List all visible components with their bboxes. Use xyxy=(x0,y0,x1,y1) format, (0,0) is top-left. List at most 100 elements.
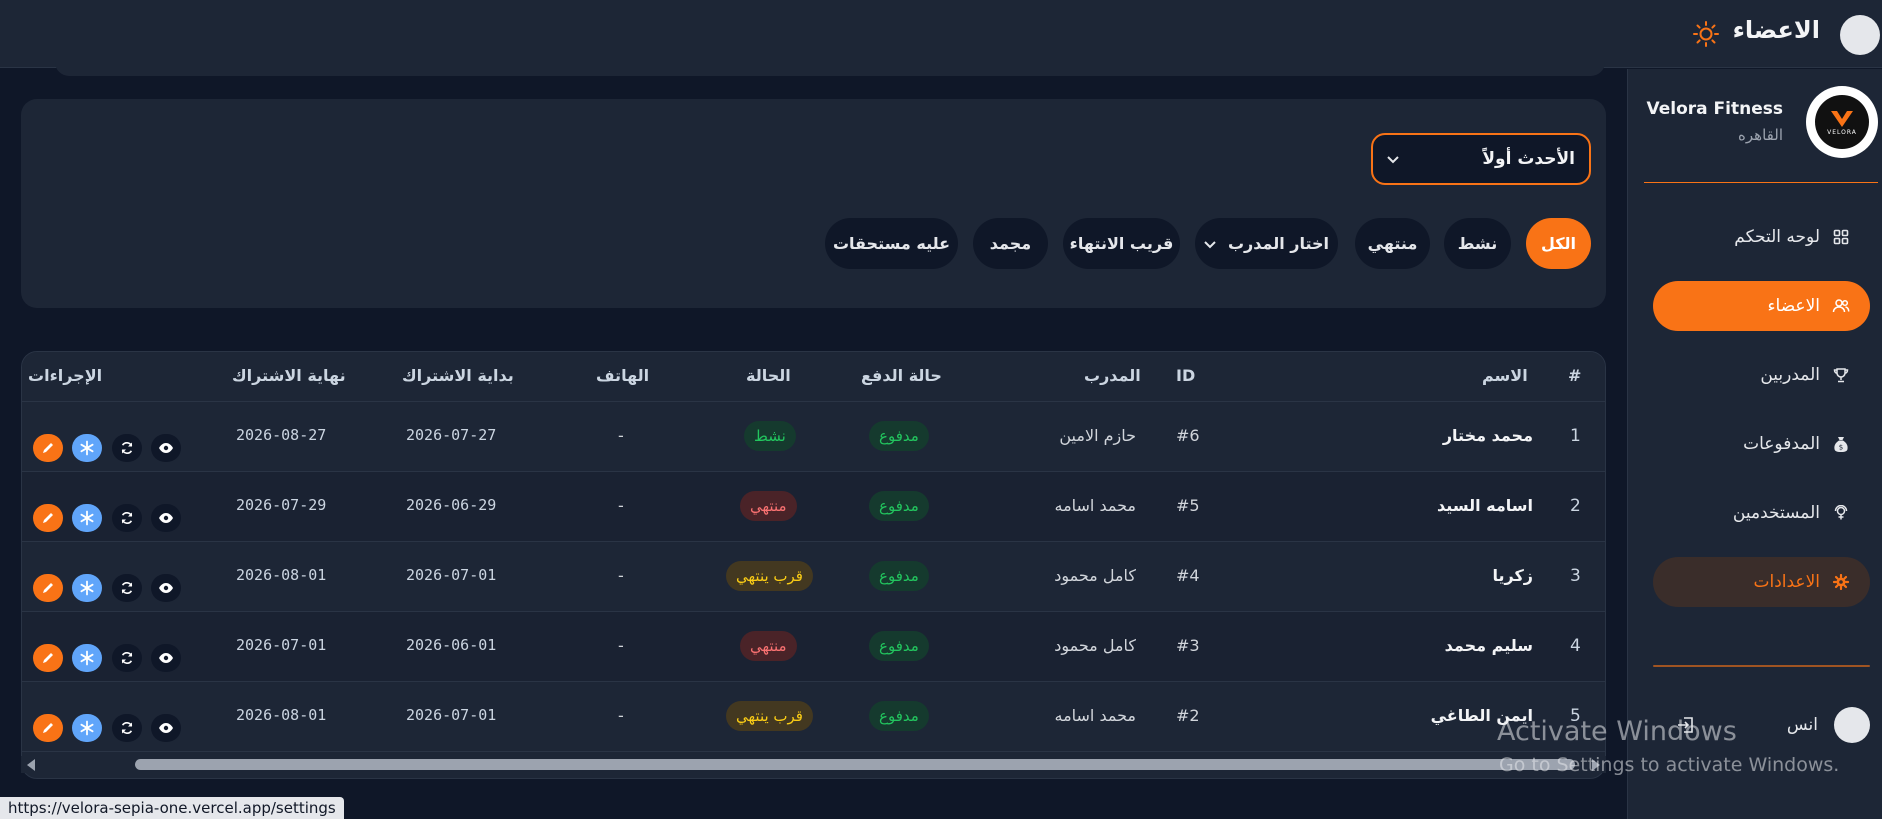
start-date: 2026-06-01 xyxy=(406,636,497,654)
end-date: 2026-08-01 xyxy=(236,706,327,724)
pencil-icon xyxy=(43,653,53,663)
renew-button[interactable] xyxy=(112,574,142,602)
snowflake-icon xyxy=(80,580,94,596)
filter-panel xyxy=(21,99,1606,308)
snowflake-icon xyxy=(80,440,94,456)
edit-button[interactable] xyxy=(33,504,63,532)
member-name[interactable]: محمد مختار xyxy=(1443,426,1533,445)
row-actions xyxy=(33,434,183,462)
coach-select-label: اختار المدرب xyxy=(1227,234,1330,253)
refresh-icon xyxy=(121,722,133,734)
payment-badge: مدفوع xyxy=(869,491,929,521)
sort-select[interactable]: الأحدث أولاً xyxy=(1371,133,1591,185)
start-date: 2026-07-27 xyxy=(406,426,497,444)
status-badge: نشط xyxy=(744,421,796,451)
horizontal-scrollbar[interactable] xyxy=(21,756,1606,773)
snowflake-icon xyxy=(80,720,94,736)
edit-button[interactable] xyxy=(33,434,63,462)
start-date: 2026-07-01 xyxy=(406,706,497,724)
snowflake-icon xyxy=(80,510,94,526)
member-name[interactable]: زكريا xyxy=(1493,566,1533,585)
view-button[interactable] xyxy=(151,504,181,532)
top-header: الاعضاء xyxy=(0,0,1882,68)
sun-icon[interactable] xyxy=(1692,20,1720,48)
status-bar-url: https://velora-sepia-one.vercel.app/sett… xyxy=(0,797,344,819)
freeze-button[interactable] xyxy=(72,644,102,672)
filter-chip-ended[interactable]: منتهي xyxy=(1355,218,1430,269)
header-end: نهاية الاشتراك xyxy=(232,366,346,385)
user-access-icon xyxy=(1832,504,1850,522)
sort-value: الأحدث أولاً xyxy=(1482,149,1575,169)
renew-button[interactable] xyxy=(112,434,142,462)
row-index: 2 xyxy=(1570,496,1581,516)
scroll-left-arrow-icon[interactable] xyxy=(27,759,35,771)
row-actions xyxy=(33,504,183,532)
start-date: 2026-06-29 xyxy=(406,496,497,514)
edit-button[interactable] xyxy=(33,644,63,672)
header-name: الاسم xyxy=(1482,366,1528,385)
filter-chip-frozen[interactable]: مجمد xyxy=(973,218,1048,269)
filter-coach-select[interactable]: اختار المدرب xyxy=(1195,218,1338,269)
filter-chip-active[interactable]: نشط xyxy=(1444,218,1511,269)
windows-activation-subtitle: Go to Settings to activate Windows. xyxy=(1499,754,1840,776)
sidebar-item-coaches[interactable]: المدربين xyxy=(1653,350,1870,400)
table-row: 4 سليم محمد #3 كامل محمود مدفوع منتهي - … xyxy=(22,612,1605,682)
trophy-icon xyxy=(1832,366,1850,384)
eye-icon xyxy=(159,513,173,523)
header-actions: الإجراءات xyxy=(28,366,103,385)
table-row: 1 محمد مختار #6 حازم الامين مدفوع نشط - … xyxy=(22,402,1605,472)
profile-avatar[interactable] xyxy=(1840,15,1880,55)
freeze-button[interactable] xyxy=(72,714,102,742)
header-id: ID xyxy=(1176,366,1196,385)
view-button[interactable] xyxy=(151,714,181,742)
member-name[interactable]: سليم محمد xyxy=(1445,636,1533,655)
renew-button[interactable] xyxy=(112,504,142,532)
view-button[interactable] xyxy=(151,574,181,602)
member-coach: محمد اسامه xyxy=(1054,496,1136,515)
brand-name: Velora Fitness xyxy=(1646,99,1783,119)
sidebar-item-users[interactable]: المستخدمين xyxy=(1653,488,1870,538)
user-avatar[interactable] xyxy=(1834,707,1870,743)
view-button[interactable] xyxy=(151,644,181,672)
member-coach: كامل محمود xyxy=(1054,636,1136,655)
sidebar-item-dashboard[interactable]: لوحه التحكم xyxy=(1653,212,1870,262)
member-id: #4 xyxy=(1176,566,1200,585)
filter-chip-ending-soon[interactable]: قريب الانتهاء xyxy=(1063,218,1180,269)
freeze-button[interactable] xyxy=(72,574,102,602)
row-actions xyxy=(33,714,183,742)
renew-button[interactable] xyxy=(112,644,142,672)
pencil-icon xyxy=(43,583,53,593)
sidebar-item-label: الاعدادات xyxy=(1753,572,1820,592)
status-badge: منتهي xyxy=(740,631,797,661)
member-phone: - xyxy=(618,566,624,585)
member-name[interactable]: اسامه السيد xyxy=(1437,496,1533,515)
velora-v-icon xyxy=(1831,110,1853,127)
status-badge: قرب ينتهي xyxy=(726,561,813,591)
table-row: 3 زكريا #4 كامل محمود مدفوع قرب ينتهي - … xyxy=(22,542,1605,612)
sidebar-item-settings[interactable]: الاعدادات xyxy=(1653,557,1870,607)
member-phone: - xyxy=(618,496,624,515)
sidebar-item-label: المستخدمين xyxy=(1732,503,1820,523)
filter-chip-dues[interactable]: عليه مستحقات xyxy=(825,218,958,269)
edit-button[interactable] xyxy=(33,714,63,742)
filter-chip-all[interactable]: الكل xyxy=(1526,218,1591,269)
sidebar-item-members[interactable]: الاعضاء xyxy=(1653,281,1870,331)
freeze-button[interactable] xyxy=(72,434,102,462)
view-button[interactable] xyxy=(151,434,181,462)
sidebar-item-payments[interactable]: المدفوعات $ xyxy=(1653,419,1870,469)
edit-button[interactable] xyxy=(33,574,63,602)
brand-divider xyxy=(1644,182,1878,183)
member-coach: كامل محمود xyxy=(1054,566,1136,585)
chevron-down-icon xyxy=(1387,149,1399,169)
sidebar-item-label: المدربين xyxy=(1760,365,1820,385)
payment-badge: مدفوع xyxy=(869,421,929,451)
scrollbar-thumb[interactable] xyxy=(135,759,1575,770)
header-status: الحالة xyxy=(746,366,791,385)
freeze-button[interactable] xyxy=(72,504,102,532)
logo-text: VELORA xyxy=(1827,128,1857,136)
header-phone: الهاتف xyxy=(596,366,650,385)
renew-button[interactable] xyxy=(112,714,142,742)
chevron-down-icon xyxy=(1204,234,1216,253)
brand-city: القاهره xyxy=(1738,126,1783,144)
row-index: 4 xyxy=(1570,636,1581,656)
